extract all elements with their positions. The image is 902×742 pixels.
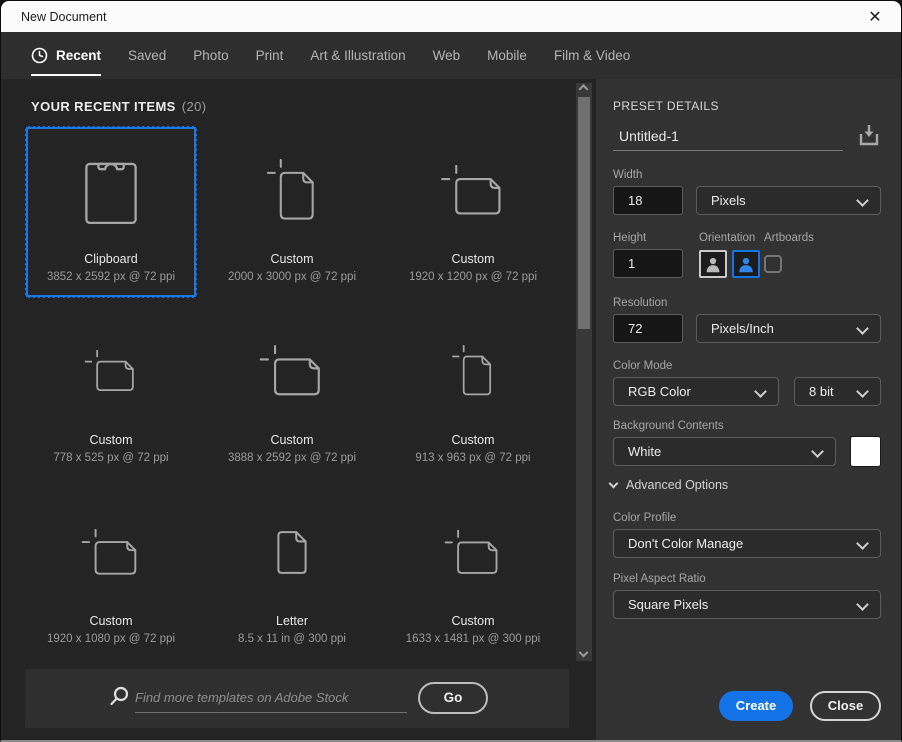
template-card-letter[interactable]: Letter 8.5 x 11 in @ 300 ppi xyxy=(206,488,378,660)
tab-recent[interactable]: Recent xyxy=(31,32,101,79)
custom-landscape-icon xyxy=(390,129,556,252)
preset-details-panel: PRESET DETAILS Width Pixels Height Orien… xyxy=(596,79,902,742)
pixel-aspect-ratio-select[interactable]: Square Pixels xyxy=(613,590,881,619)
chevron-down-icon xyxy=(609,479,619,489)
custom-landscape-icon xyxy=(390,491,556,614)
background-contents-select[interactable]: White xyxy=(613,437,836,466)
tab-web[interactable]: Web xyxy=(433,32,461,79)
color-mode-select[interactable]: RGB Color xyxy=(613,377,779,406)
color-profile-label: Color Profile xyxy=(613,512,676,524)
window-title: New Document xyxy=(1,10,106,24)
recent-items-area: YOUR RECENT ITEMS(20) Clipboard 3852 x 2… xyxy=(1,79,596,742)
go-button[interactable]: Go xyxy=(418,682,488,714)
category-tabbar: Recent Saved Photo Print Art & Illustrat… xyxy=(1,32,901,79)
artboards-checkbox[interactable] xyxy=(764,255,782,273)
document-name-field[interactable] xyxy=(613,121,843,151)
advanced-options-toggle[interactable]: Advanced Options xyxy=(610,478,728,492)
scroll-up-icon[interactable] xyxy=(580,87,588,95)
orientation-label: Orientation xyxy=(699,232,755,244)
orientation-landscape-icon[interactable] xyxy=(732,250,760,278)
tab-photo[interactable]: Photo xyxy=(193,32,228,79)
title-bar: New Document ✕ xyxy=(1,1,901,32)
clipboard-icon xyxy=(28,129,194,252)
search-icon xyxy=(107,685,131,714)
width-label: Width xyxy=(613,169,642,181)
create-button[interactable]: Create xyxy=(719,691,793,721)
scrollbar-track[interactable] xyxy=(576,83,592,661)
recent-items-count: (20) xyxy=(182,99,207,114)
background-contents-label: Background Contents xyxy=(613,420,724,432)
artboards-label: Artboards xyxy=(764,232,814,244)
custom-portrait-icon xyxy=(390,310,556,433)
clock-icon xyxy=(31,47,48,64)
adobe-stock-search-panel: Go xyxy=(25,669,569,728)
tab-saved[interactable]: Saved xyxy=(128,32,166,79)
custom-landscape-icon xyxy=(28,310,194,433)
template-card-custom[interactable]: Custom 913 x 963 px @ 72 ppi xyxy=(387,307,559,479)
tab-film-video[interactable]: Film & Video xyxy=(554,32,630,79)
template-card-custom[interactable]: Custom 1920 x 1200 px @ 72 ppi xyxy=(387,126,559,298)
template-card-custom[interactable]: Custom 2000 x 3000 px @ 72 ppi xyxy=(206,126,378,298)
resolution-input[interactable] xyxy=(613,314,683,343)
save-preset-icon[interactable] xyxy=(857,123,881,154)
custom-landscape-icon xyxy=(28,491,194,614)
tab-label: Recent xyxy=(56,48,101,63)
template-card-custom[interactable]: Custom 3888 x 2592 px @ 72 ppi xyxy=(206,307,378,479)
height-label: Height xyxy=(613,232,646,244)
template-grid: Clipboard 3852 x 2592 px @ 72 ppi Custom… xyxy=(25,126,559,660)
new-document-dialog: New Document ✕ Recent Saved Photo Print … xyxy=(0,0,902,742)
template-card-custom[interactable]: Custom 778 x 525 px @ 72 ppi xyxy=(25,307,197,479)
recent-items-heading: YOUR RECENT ITEMS(20) xyxy=(31,99,206,114)
template-card-clipboard[interactable]: Clipboard 3852 x 2592 px @ 72 ppi xyxy=(25,126,197,298)
height-input[interactable] xyxy=(613,249,683,278)
template-card-custom[interactable]: Custom 1920 x 1080 px @ 72 ppi xyxy=(25,488,197,660)
scroll-down-icon[interactable] xyxy=(580,649,588,657)
preset-details-heading: PRESET DETAILS xyxy=(613,99,719,113)
letter-page-icon xyxy=(209,491,375,614)
resolution-label: Resolution xyxy=(613,297,667,309)
search-input[interactable] xyxy=(135,682,407,713)
orientation-portrait-icon[interactable] xyxy=(699,250,727,278)
width-input[interactable] xyxy=(613,186,683,215)
custom-portrait-icon xyxy=(209,129,375,252)
pixel-aspect-ratio-label: Pixel Aspect Ratio xyxy=(613,573,706,585)
template-card-custom[interactable]: Custom 1633 x 1481 px @ 300 ppi xyxy=(387,488,559,660)
color-profile-select[interactable]: Don't Color Manage xyxy=(613,529,881,558)
window-close-icon[interactable]: ✕ xyxy=(859,1,891,32)
width-unit-select[interactable]: Pixels xyxy=(696,186,881,215)
tab-mobile[interactable]: Mobile xyxy=(487,32,527,79)
color-mode-label: Color Mode xyxy=(613,360,672,372)
custom-landscape-icon xyxy=(209,310,375,433)
close-button[interactable]: Close xyxy=(810,691,881,721)
tab-art-illustration[interactable]: Art & Illustration xyxy=(310,32,405,79)
resolution-unit-select[interactable]: Pixels/Inch xyxy=(696,314,881,343)
tab-print[interactable]: Print xyxy=(256,32,284,79)
bit-depth-select[interactable]: 8 bit xyxy=(794,377,881,406)
scrollbar-thumb[interactable] xyxy=(578,97,590,329)
background-color-swatch[interactable] xyxy=(850,436,881,467)
